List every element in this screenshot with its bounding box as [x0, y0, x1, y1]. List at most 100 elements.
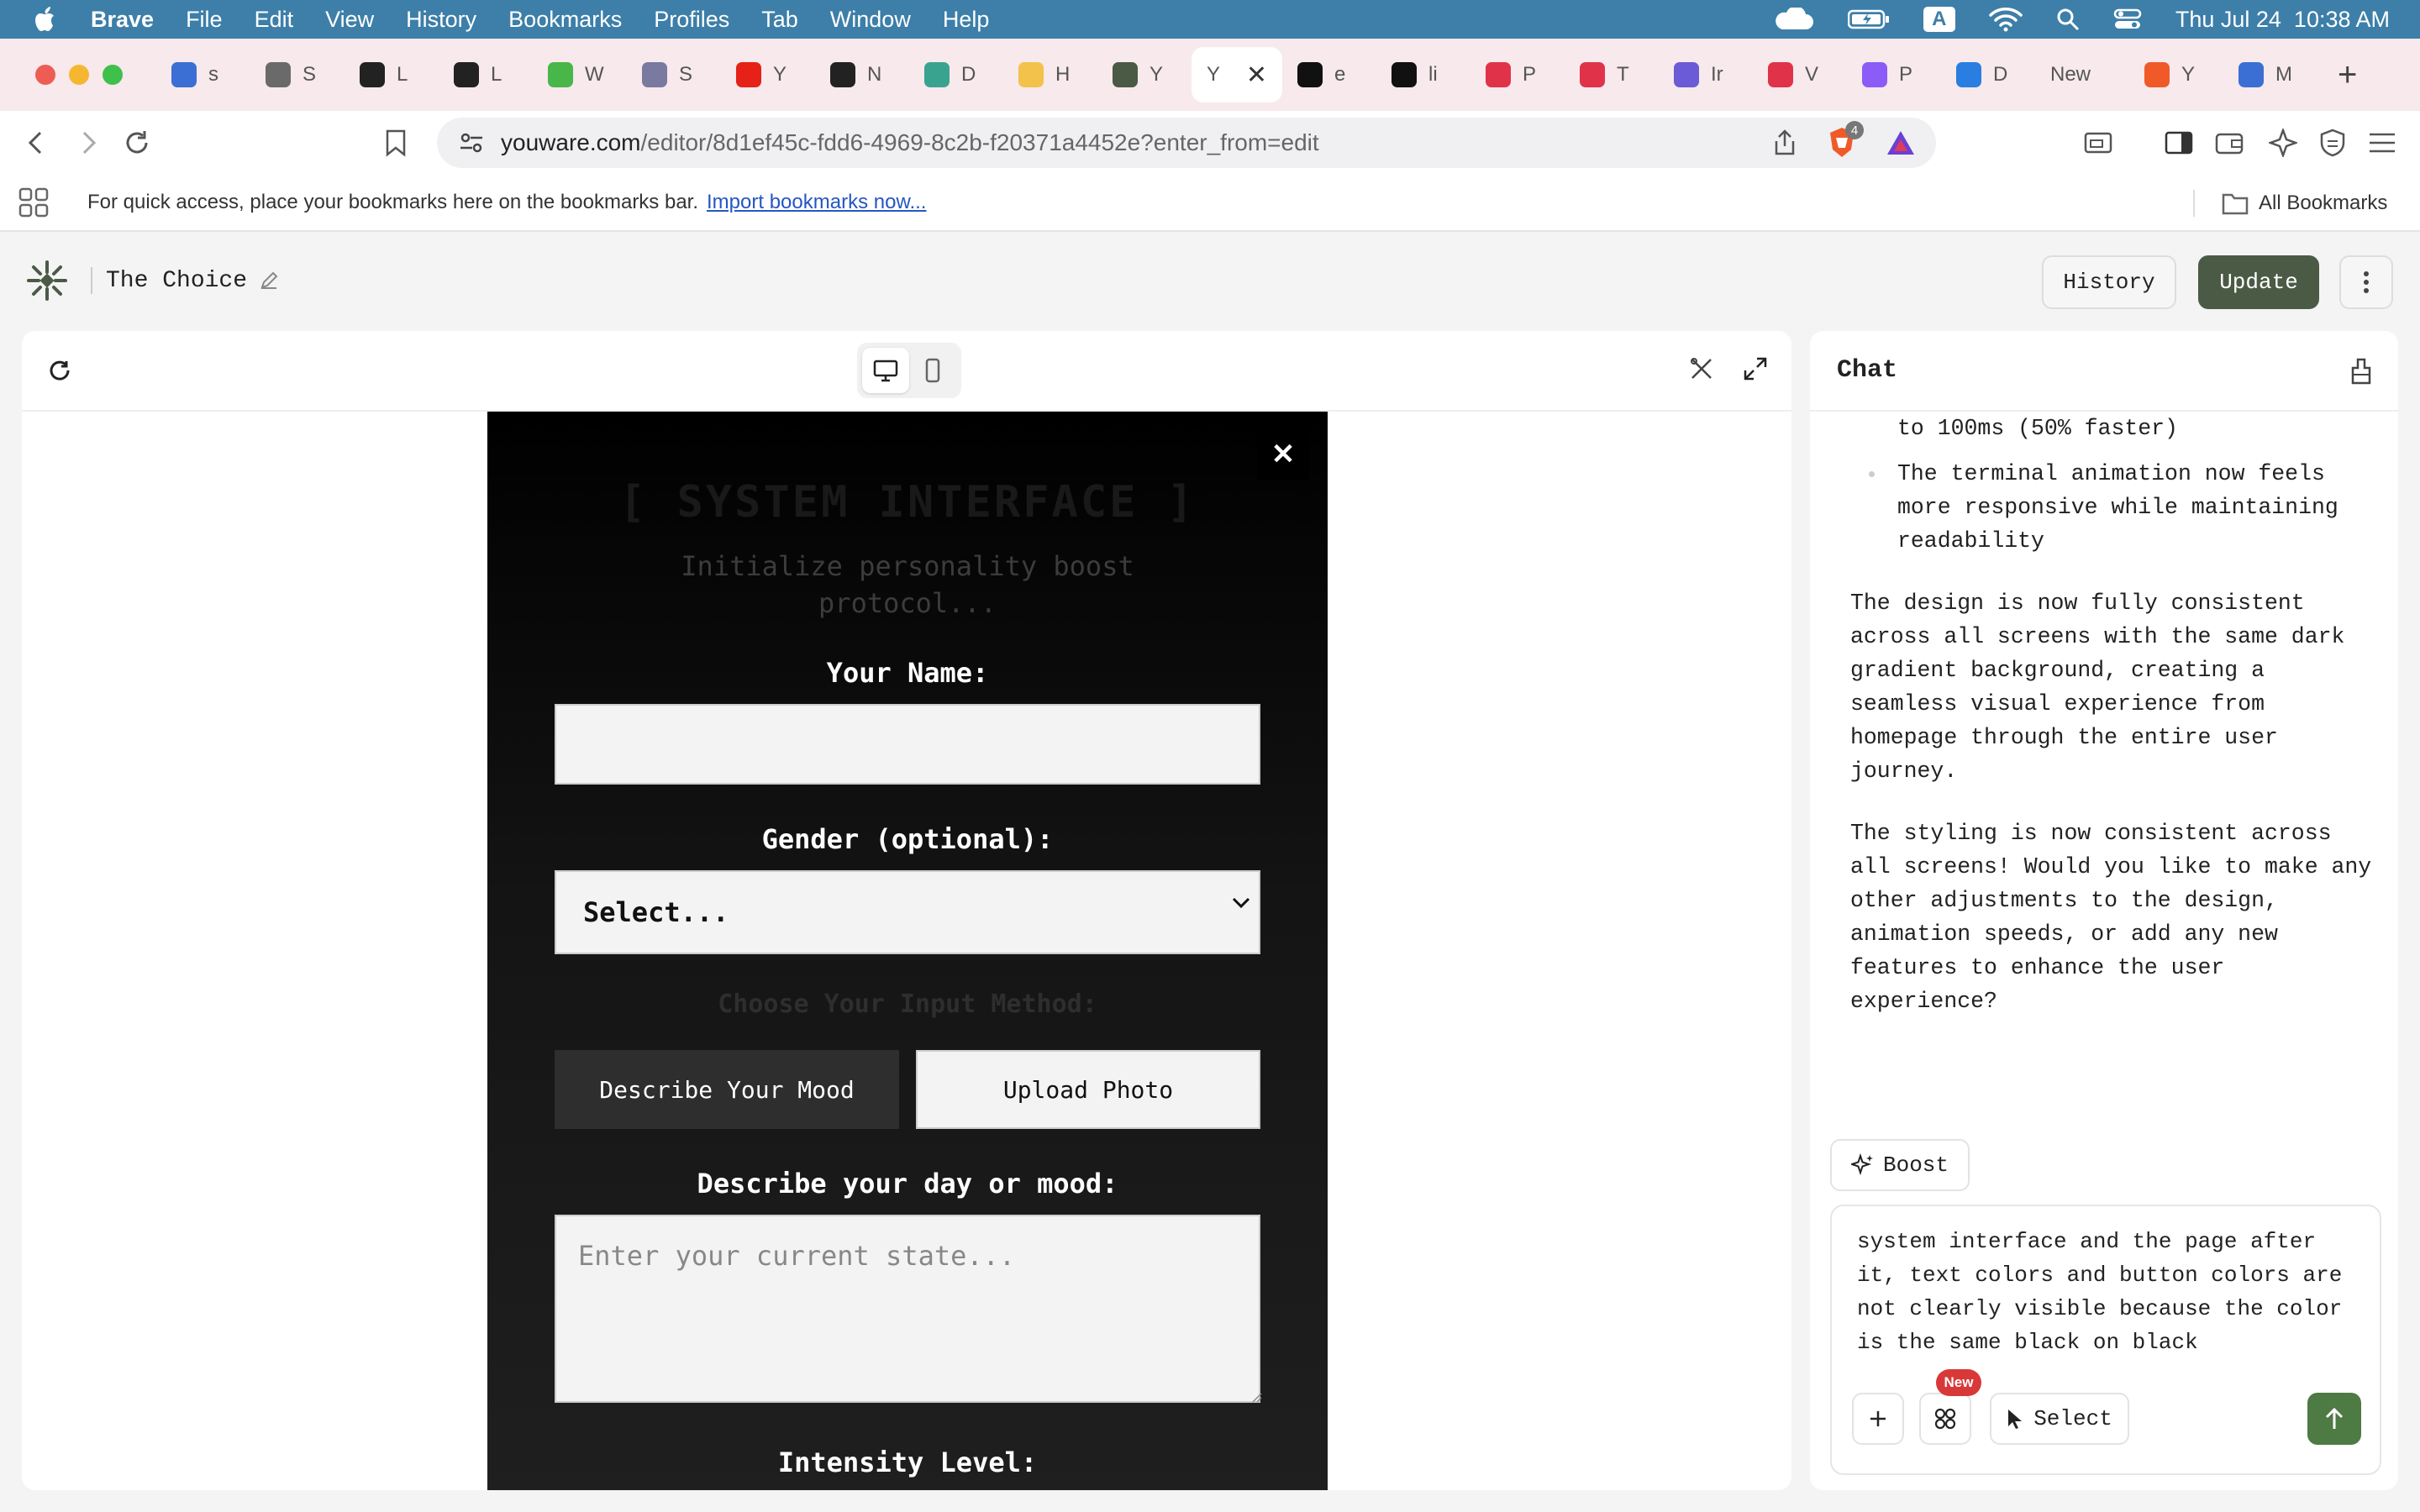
menu-help[interactable]: Help — [943, 7, 990, 33]
browser-tab[interactable]: D — [909, 48, 1003, 102]
project-title[interactable]: The Choice — [106, 268, 247, 294]
clock-datetime[interactable]: Thu Jul 24 10:38 AM — [2175, 7, 2390, 33]
mobile-view-button[interactable] — [909, 348, 956, 393]
url-text[interactable]: youware.com/editor/8d1ef45c-fdd6-4969-8c… — [501, 129, 1319, 156]
browser-tab[interactable]: Ir — [1659, 48, 1753, 102]
desktop-view-button[interactable] — [862, 348, 909, 393]
send-button[interactable] — [2307, 1393, 2361, 1445]
control-center-icon[interactable] — [2113, 8, 2142, 31]
cursor-icon — [2008, 1410, 2023, 1429]
active-browser-tab[interactable]: Y ✕ — [1192, 47, 1282, 102]
components-icon — [1934, 1408, 1956, 1430]
bookmark-page-icon[interactable] — [385, 111, 407, 175]
browser-tab[interactable]: New — [2035, 48, 2129, 102]
browser-tab[interactable]: S — [250, 48, 345, 102]
tab-title: Y — [773, 63, 787, 86]
fullscreen-icon[interactable] — [1743, 356, 1768, 381]
tab-title: Y — [1207, 63, 1221, 86]
browser-tab[interactable]: H — [1003, 48, 1097, 102]
clear-chat-icon[interactable] — [2349, 358, 2373, 385]
menu-window[interactable]: Window — [830, 7, 911, 33]
edit-pencil-icon[interactable] — [259, 270, 279, 291]
browser-tab[interactable]: V — [1753, 48, 1847, 102]
add-attachment-button[interactable] — [1852, 1393, 1904, 1445]
import-bookmarks-link[interactable]: Import bookmarks now... — [707, 191, 926, 214]
all-bookmarks-button[interactable]: All Bookmarks — [2222, 192, 2387, 215]
apple-icon[interactable] — [30, 6, 62, 33]
browser-tab[interactable]: N — [815, 48, 909, 102]
close-modal-button[interactable]: ✕ — [1257, 428, 1309, 480]
vpn-shield-icon[interactable] — [2319, 111, 2346, 175]
components-button[interactable] — [1919, 1393, 1971, 1445]
zoom-window-button[interactable] — [103, 65, 123, 85]
gender-select[interactable]: Select... — [555, 870, 1260, 954]
menu-profiles[interactable]: Profiles — [654, 7, 729, 33]
menu-history[interactable]: History — [406, 7, 476, 33]
spotlight-search-icon[interactable] — [2056, 8, 2080, 31]
site-settings-icon[interactable] — [459, 131, 484, 155]
browser-tab[interactable]: e — [1282, 48, 1376, 102]
menu-bar: Brave File Edit View History Bookmarks P… — [0, 0, 2420, 39]
describe-mood-button[interactable]: Describe Your Mood — [555, 1050, 899, 1129]
share-icon[interactable] — [1773, 129, 1797, 156]
close-window-button[interactable] — [35, 65, 55, 85]
menu-app-name[interactable]: Brave — [91, 7, 154, 33]
menu-bookmarks[interactable]: Bookmarks — [508, 7, 622, 33]
brave-rewards-icon[interactable] — [1886, 129, 1916, 156]
history-button[interactable]: History — [2042, 255, 2176, 309]
upload-photo-button[interactable]: Upload Photo — [916, 1050, 1260, 1129]
forward-button[interactable] — [76, 111, 101, 175]
sidebar-toggle-icon[interactable] — [2165, 111, 2193, 175]
sidebar-panel-icon[interactable] — [2084, 111, 2112, 175]
apps-grid-icon[interactable] — [18, 187, 49, 218]
select-element-button[interactable]: Select — [1990, 1393, 2129, 1445]
wallet-icon[interactable] — [2215, 111, 2244, 175]
cloud-icon[interactable] — [1772, 8, 1814, 31]
battery-icon[interactable] — [1847, 8, 1890, 30]
input-source-icon[interactable]: A — [1923, 7, 1955, 32]
browser-tab[interactable]: Y — [721, 48, 815, 102]
browser-tab[interactable]: S — [627, 48, 721, 102]
resize-handle-icon[interactable] — [1252, 1393, 1262, 1403]
browser-tab[interactable]: W — [533, 48, 627, 102]
browser-tab[interactable]: P — [1470, 48, 1565, 102]
browser-tab[interactable]: T — [1565, 48, 1659, 102]
more-options-button[interactable] — [2339, 255, 2393, 309]
tab-favicon-icon — [1862, 62, 1887, 87]
name-input[interactable] — [555, 704, 1260, 785]
wifi-icon[interactable] — [1989, 7, 2023, 32]
update-button[interactable]: Update — [2198, 255, 2319, 309]
refresh-preview-icon[interactable] — [47, 358, 72, 383]
menu-tab[interactable]: Tab — [761, 7, 798, 33]
browser-tab[interactable]: P — [1847, 48, 1941, 102]
tab-title: M — [2275, 63, 2292, 86]
browser-tab[interactable]: L — [439, 48, 533, 102]
reload-button[interactable] — [123, 111, 151, 175]
browser-tab[interactable]: L — [345, 48, 439, 102]
minimize-window-button[interactable] — [69, 65, 89, 85]
tab-title: W — [585, 63, 604, 86]
mood-textarea[interactable]: Enter your current state... — [555, 1215, 1260, 1403]
tab-favicon-icon — [924, 62, 950, 87]
back-button[interactable] — [24, 111, 49, 175]
leo-ai-icon[interactable] — [2269, 111, 2297, 175]
browser-tab[interactable]: s — [156, 48, 250, 102]
browser-tab[interactable]: Y — [2129, 48, 2223, 102]
browser-tab[interactable]: D — [1941, 48, 2035, 102]
browser-tab[interactable]: Y — [1097, 48, 1192, 102]
boost-button[interactable]: Boost — [1830, 1139, 1970, 1191]
hamburger-menu-icon[interactable] — [2368, 111, 2396, 175]
new-tab-button[interactable]: + — [2338, 56, 2357, 94]
chat-header: Chat — [1810, 331, 2398, 412]
browser-tab[interactable]: li — [1376, 48, 1470, 102]
tab-title: New — [2050, 63, 2091, 86]
tools-icon[interactable] — [1689, 356, 1714, 381]
youware-logo-icon[interactable] — [25, 259, 69, 302]
menu-file[interactable]: File — [186, 7, 223, 33]
address-bar[interactable]: youware.com/editor/8d1ef45c-fdd6-4969-8c… — [437, 118, 1936, 168]
menu-view[interactable]: View — [325, 7, 374, 33]
close-tab-icon[interactable]: ✕ — [1246, 60, 1267, 90]
chat-message-input[interactable]: system interface and the page after it, … — [1857, 1225, 2361, 1359]
browser-tab[interactable]: M — [2223, 48, 2317, 102]
menu-edit[interactable]: Edit — [255, 7, 294, 33]
